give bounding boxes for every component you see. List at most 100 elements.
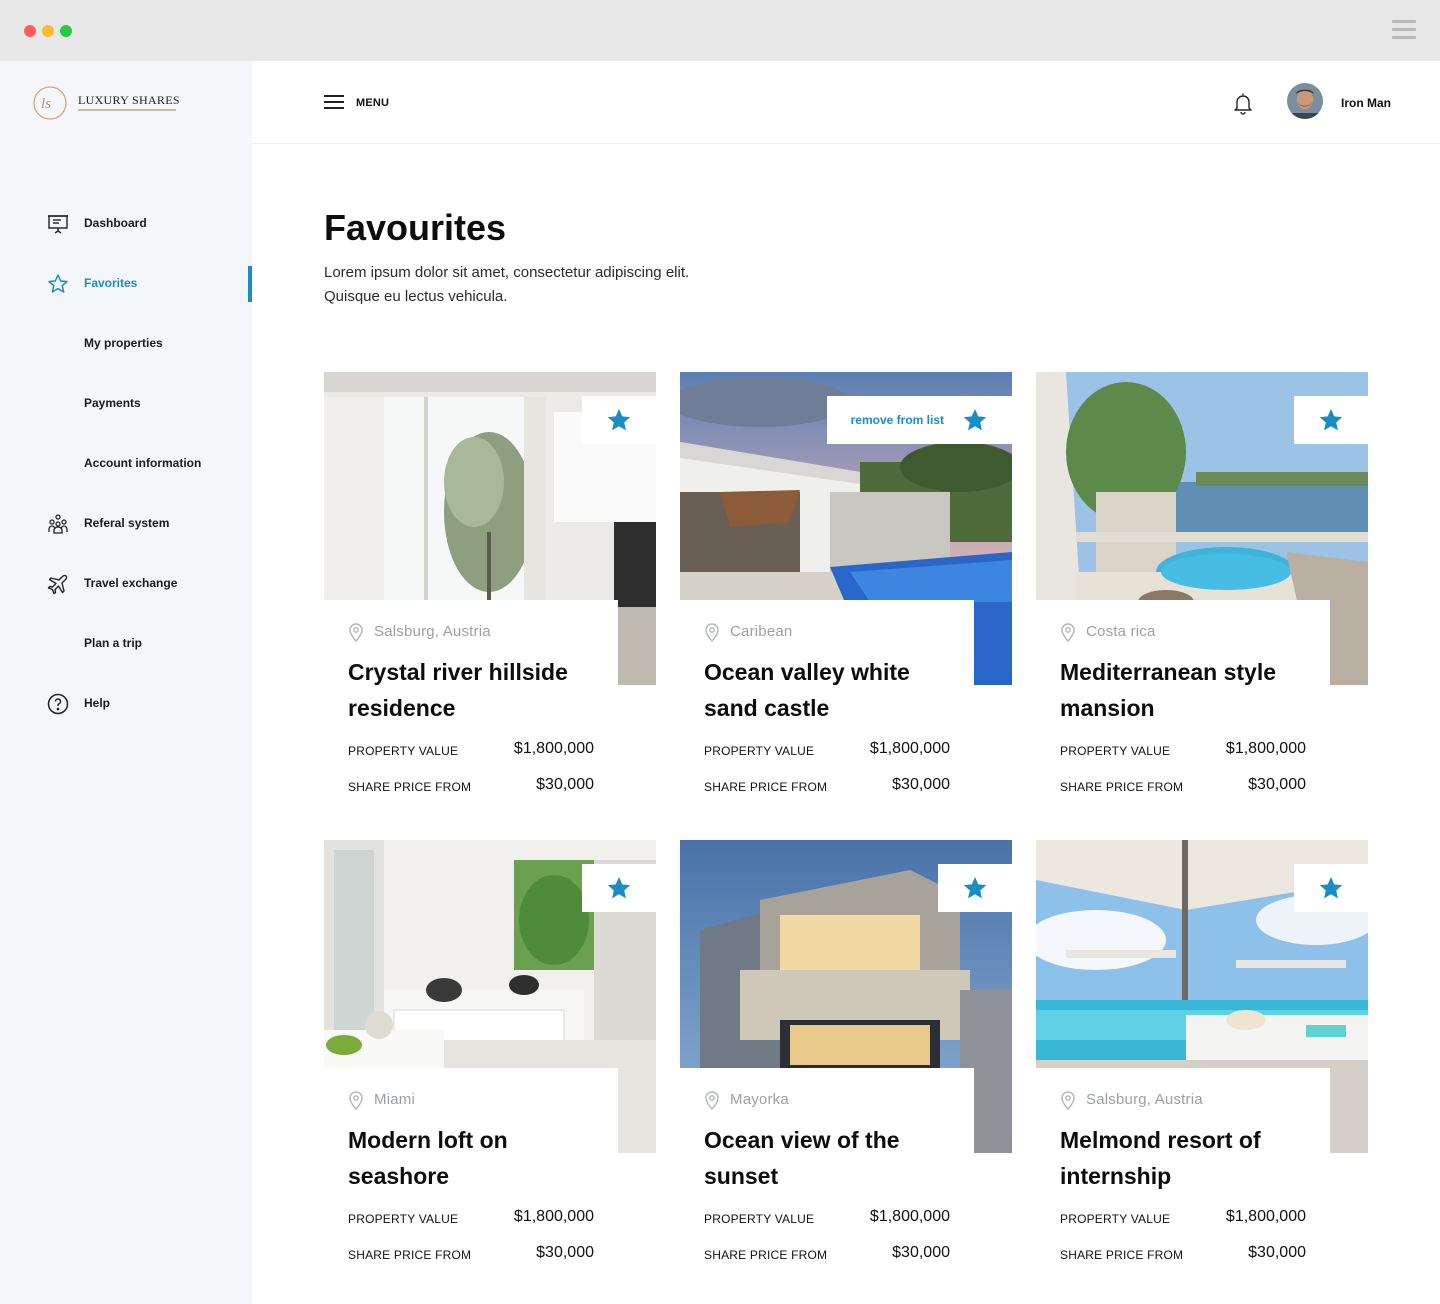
- location-text: Mayorka: [730, 1091, 789, 1108]
- favorite-toggle[interactable]: [582, 864, 656, 912]
- property-value-label: PROPERTY VALUE: [704, 1212, 815, 1226]
- share-price-label: SHARE PRICE FROM: [348, 780, 472, 794]
- property-card[interactable]: Miami Modern loft on seashore PROPERTY V…: [324, 840, 656, 1280]
- svg-text:ls: ls: [41, 96, 51, 112]
- airplane-icon: [47, 574, 68, 595]
- property-value: $1,800,000: [513, 740, 594, 757]
- star-filled-icon: [1319, 876, 1343, 899]
- property-title[interactable]: Crystal river hillside residence: [348, 654, 608, 726]
- sidebar-item-my-properties[interactable]: My properties: [0, 326, 252, 362]
- share-price: $30,000: [892, 776, 950, 793]
- sidebar-item-label: Referal system: [84, 516, 170, 530]
- share-price-label: SHARE PRICE FROM: [704, 780, 828, 794]
- property-value-row: PROPERTY VALUE $1,800,000: [704, 740, 950, 760]
- sidebar-item-label: Payments: [84, 396, 141, 410]
- menu-button[interactable]: MENU: [324, 94, 404, 112]
- property-title[interactable]: Melmond resort of internship: [1060, 1122, 1320, 1194]
- window-maximize-button[interactable]: [60, 25, 72, 37]
- location-text: Salsburg, Austria: [1086, 1091, 1203, 1108]
- sidebar-item-help[interactable]: Help: [0, 686, 252, 722]
- property-card[interactable]: Costa rica Mediterranean style mansion P…: [1036, 372, 1368, 812]
- property-card[interactable]: Mayorka Ocean view of the sunset PROPERT…: [680, 840, 1012, 1280]
- property-title[interactable]: Ocean view of the sunset: [704, 1122, 964, 1194]
- sidebar-item-label: Help: [84, 696, 111, 710]
- favorite-toggle[interactable]: [1294, 396, 1368, 444]
- property-value-row: PROPERTY VALUE $1,800,000: [1060, 740, 1306, 760]
- property-card[interactable]: remove from list Caribean Ocean valley w…: [680, 372, 1012, 812]
- star-filled-icon: [963, 876, 987, 899]
- user-name[interactable]: Iron Man: [1341, 96, 1391, 110]
- property-card[interactable]: Salsburg, Austria Crystal river hillside…: [324, 372, 656, 812]
- window-menu-icon[interactable]: [1392, 20, 1416, 40]
- location-pin-icon: [349, 623, 363, 642]
- share-price: $30,000: [1248, 776, 1306, 793]
- sidebar-item-account-information[interactable]: Account information: [0, 446, 252, 482]
- location-pin-icon: [705, 1091, 719, 1110]
- property-value-label: PROPERTY VALUE: [1060, 1212, 1171, 1226]
- avatar-image: [1287, 83, 1323, 119]
- property-value-row: PROPERTY VALUE $1,800,000: [348, 1208, 594, 1228]
- share-price-row: SHARE PRICE FROM $30,000: [1060, 776, 1306, 796]
- star-outline-icon: [48, 274, 68, 293]
- question-circle-icon: [47, 693, 69, 715]
- sidebar-item-dashboard[interactable]: Dashboard: [0, 206, 252, 242]
- page-description: Lorem ipsum dolor sit amet, consectetur …: [324, 261, 744, 309]
- logo-tagline: [78, 109, 176, 111]
- brand-logo[interactable]: ls LUXURY SHARES: [30, 83, 210, 123]
- user-avatar[interactable]: [1287, 83, 1323, 119]
- notification-bell-icon[interactable]: [1232, 91, 1254, 115]
- property-value-label: PROPERTY VALUE: [1060, 744, 1171, 758]
- star-filled-icon: [963, 408, 987, 431]
- logo-text: LUXURY SHARES: [78, 93, 180, 107]
- property-card[interactable]: Salsburg, Austria Melmond resort of inte…: [1036, 840, 1368, 1280]
- property-value: $1,800,000: [869, 740, 950, 757]
- window-minimize-button[interactable]: [42, 25, 54, 37]
- presentation-board-icon: [48, 215, 68, 234]
- page-description-line: Lorem ipsum dolor sit amet, consectetur …: [324, 264, 690, 281]
- sidebar-item-travel-exchange[interactable]: Travel exchange: [0, 566, 252, 602]
- favorite-toggle[interactable]: [582, 396, 656, 444]
- property-value-row: PROPERTY VALUE $1,800,000: [704, 1208, 950, 1228]
- property-value-row: PROPERTY VALUE $1,800,000: [1060, 1208, 1306, 1228]
- sidebar-item-label: Favorites: [84, 276, 138, 290]
- sidebar-item-favorites[interactable]: Favorites: [0, 266, 252, 302]
- share-price-row: SHARE PRICE FROM $30,000: [348, 1244, 594, 1264]
- property-title[interactable]: Ocean valley white sand castle: [704, 654, 964, 726]
- location-pin-icon: [705, 623, 719, 642]
- favorite-toggle[interactable]: [1294, 864, 1368, 912]
- property-value: $1,800,000: [1225, 740, 1306, 757]
- sidebar-item-label: Account information: [84, 456, 202, 470]
- property-card-body: Caribean Ocean valley white sand castle …: [680, 600, 974, 812]
- sidebar-item-label: Travel exchange: [84, 576, 178, 590]
- menu-label: MENU: [356, 97, 390, 109]
- sidebar-item-label: Dashboard: [84, 216, 147, 230]
- property-card-body: Mayorka Ocean view of the sunset PROPERT…: [680, 1068, 974, 1280]
- location-text: Salsburg, Austria: [374, 623, 491, 640]
- favorite-toggle[interactable]: remove from list: [826, 396, 1012, 444]
- property-title[interactable]: Mediterranean style mansion: [1060, 654, 1320, 726]
- property-value-label: PROPERTY VALUE: [348, 744, 459, 758]
- property-value: $1,800,000: [1225, 1208, 1306, 1225]
- remove-from-list-link[interactable]: remove from list: [851, 413, 944, 427]
- star-filled-icon: [607, 408, 631, 431]
- share-price-label: SHARE PRICE FROM: [1060, 780, 1184, 794]
- share-price-row: SHARE PRICE FROM $30,000: [1060, 1244, 1306, 1264]
- sidebar-item-payments[interactable]: Payments: [0, 386, 252, 422]
- sidebar-item-referal-system[interactable]: Referal system: [0, 506, 252, 542]
- property-value-row: PROPERTY VALUE $1,800,000: [348, 740, 594, 760]
- property-title[interactable]: Modern loft on seashore: [348, 1122, 608, 1194]
- property-card-body: Salsburg, Austria Melmond resort of inte…: [1036, 1068, 1330, 1280]
- sidebar-item-plan-a-trip[interactable]: Plan a trip: [0, 626, 252, 662]
- star-filled-icon: [1319, 408, 1343, 431]
- sidebar-item-label: Plan a trip: [84, 636, 143, 650]
- favorite-toggle[interactable]: [938, 864, 1012, 912]
- property-value-label: PROPERTY VALUE: [704, 744, 815, 758]
- hamburger-icon: [324, 95, 344, 111]
- share-price: $30,000: [536, 776, 594, 793]
- sidebar-item-label: My properties: [84, 336, 163, 350]
- share-price-label: SHARE PRICE FROM: [348, 1248, 472, 1262]
- share-price-row: SHARE PRICE FROM $30,000: [348, 776, 594, 796]
- share-price: $30,000: [892, 1244, 950, 1261]
- window-close-button[interactable]: [24, 25, 36, 37]
- property-card-body: Miami Modern loft on seashore PROPERTY V…: [324, 1068, 618, 1280]
